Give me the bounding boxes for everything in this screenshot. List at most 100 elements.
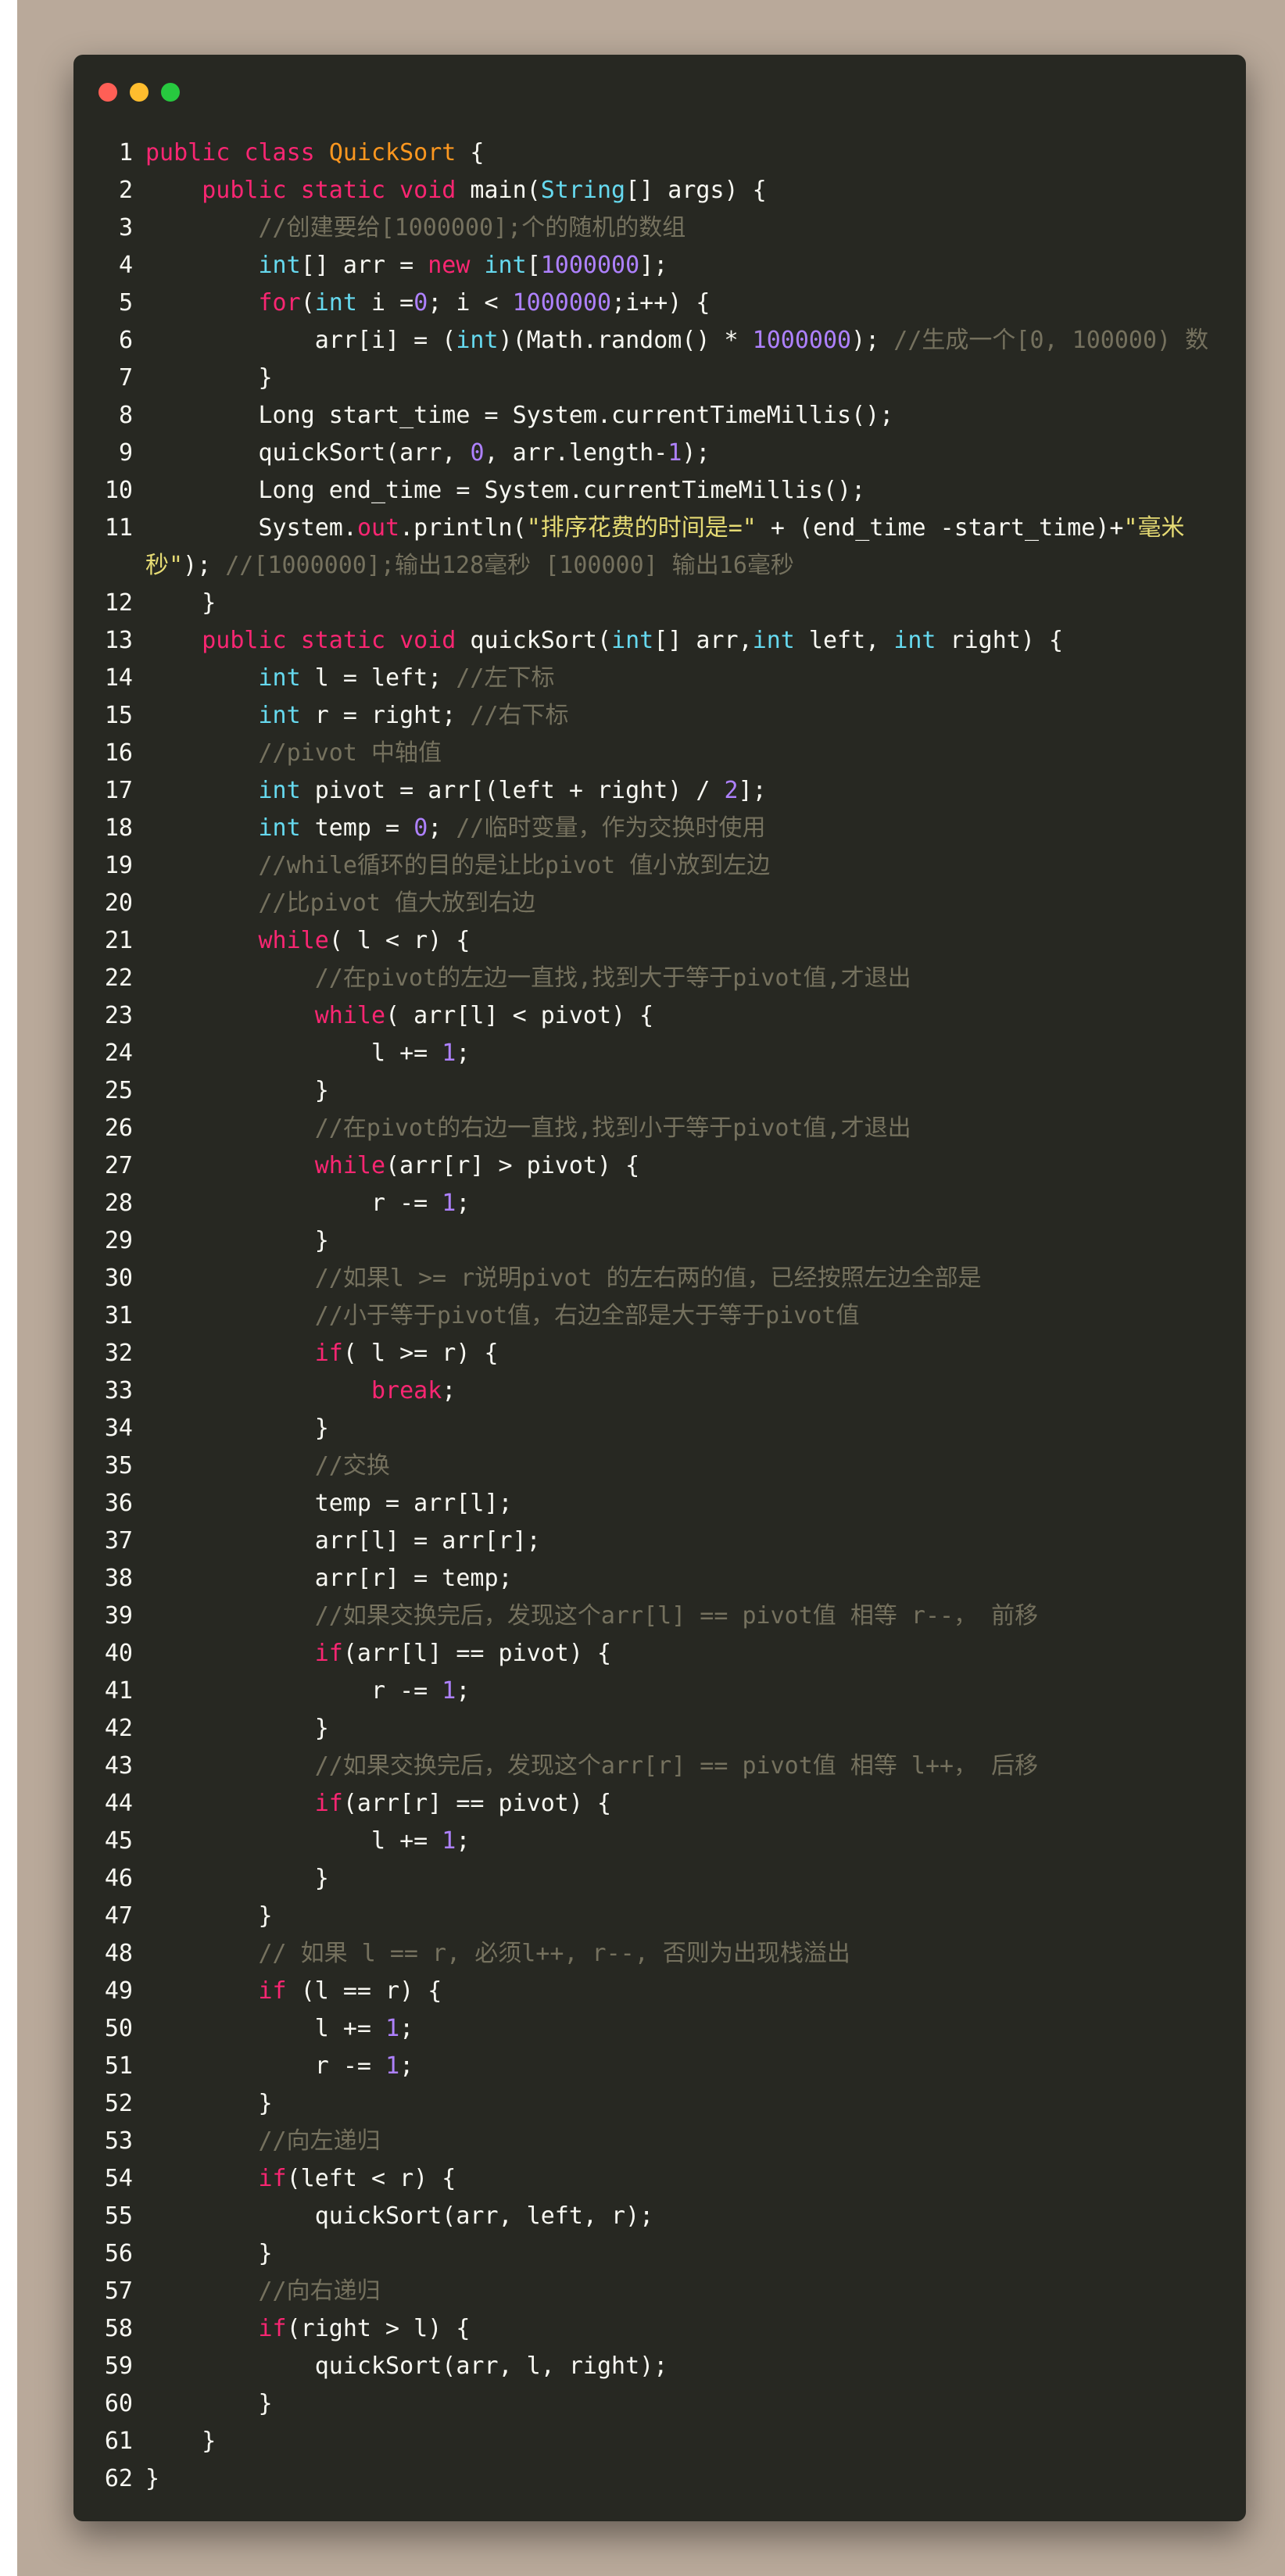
code-line: 9 quickSort(arr, 0, arr.length-1); <box>73 435 1246 472</box>
code-line: 60 } <box>73 2385 1246 2423</box>
code-text: r -= 1; <box>145 1677 471 1705</box>
line-number: 37 <box>104 1527 133 1555</box>
line-number: 50 <box>104 2015 133 2042</box>
code-text: r -= 1; <box>145 2052 414 2080</box>
line-number: 13 <box>104 627 133 654</box>
code-line: 5 for(int i =0; i < 1000000;i++) { <box>73 284 1246 322</box>
code-text: arr[r] = temp; <box>145 1565 513 1592</box>
code-text: //如果交换完后，发现这个arr[l] == pivot值 相等 r--， 前移 <box>314 1602 1039 1630</box>
code-text: while( arr[l] < pivot) { <box>314 1002 654 1029</box>
line-number: 51 <box>104 2052 133 2080</box>
line-number: 24 <box>104 1039 133 1067</box>
line-number: 15 <box>104 702 133 729</box>
line-number: 28 <box>104 1190 133 1217</box>
line-number: 16 <box>104 739 133 767</box>
line-number: 35 <box>104 1452 133 1479</box>
line-number: 32 <box>104 1340 133 1367</box>
line-number: 9 <box>118 439 133 467</box>
code-line: 61 } <box>73 2423 1246 2460</box>
line-number: 39 <box>104 1602 133 1630</box>
maximize-dot-icon <box>161 83 180 102</box>
code-text: if (l == r) { <box>258 1977 442 2005</box>
line-number: 36 <box>104 1490 133 1517</box>
line-number: 30 <box>104 1265 133 1292</box>
line-number: 29 <box>104 1227 133 1254</box>
code-text: public static void main(String[] args) { <box>202 177 767 204</box>
code-line: 10 Long end_time = System.currentTimeMil… <box>73 472 1246 510</box>
code-line: 42 } <box>73 1710 1246 1748</box>
code-line: 18 int temp = 0; //临时变量，作为交换时使用 <box>73 810 1246 847</box>
code-block: 1 public class QuickSort { 2 public static… <box>73 134 1246 2498</box>
code-text: if(left < r) { <box>258 2165 456 2192</box>
line-number: 52 <box>104 2090 133 2117</box>
code-text: if(right > l) { <box>258 2315 471 2342</box>
line-number: 49 <box>104 1977 133 2005</box>
line-number: 21 <box>104 927 133 954</box>
code-line: 53 //向左递归 <box>73 2123 1246 2160</box>
code-line: 37 arr[l] = arr[r]; <box>73 1522 1246 1560</box>
line-number: 55 <box>104 2202 133 2230</box>
code-text: if(arr[r] == pivot) { <box>314 1790 612 1817</box>
code-text: //如果交换完后，发现这个arr[r] == pivot值 相等 l++， 后移 <box>314 1752 1039 1780</box>
code-line: 29 } <box>73 1222 1246 1260</box>
line-number: 42 <box>104 1715 133 1742</box>
code-text: } <box>145 2390 273 2417</box>
code-text: int l = left; //左下标 <box>258 664 555 692</box>
code-line: 12 } <box>73 585 1246 622</box>
line-number: 6 <box>118 327 133 354</box>
code-text: l += 1; <box>145 1827 471 1855</box>
code-text: for(int i =0; i < 1000000;i++) { <box>258 289 711 317</box>
line-number: 47 <box>104 1902 133 1930</box>
code-text: } <box>145 1865 329 1892</box>
code-line: 1 public class QuickSort { <box>73 134 1246 172</box>
code-line: 41 r -= 1; <box>73 1673 1246 1710</box>
code-line: 55 quickSort(arr, left, r); <box>73 2198 1246 2235</box>
line-number: 53 <box>104 2127 133 2155</box>
code-text: temp = arr[l]; <box>145 1490 513 1517</box>
line-number: 34 <box>104 1415 133 1442</box>
code-line: 28 r -= 1; <box>73 1185 1246 1222</box>
line-number: 18 <box>104 814 133 842</box>
line-number: 38 <box>104 1565 133 1592</box>
code-line: 27 while(arr[r] > pivot) { <box>73 1147 1246 1185</box>
code-text: int pivot = arr[(left + right) / 2]; <box>258 777 767 804</box>
code-text: //比pivot 值大放到右边 <box>258 889 536 917</box>
code-text: public static void quickSort(int[] arr,i… <box>202 627 1064 654</box>
line-number: 40 <box>104 1640 133 1667</box>
code-text: //如果l >= r说明pivot 的左右两的值，已经按照左边全部是 <box>314 1265 982 1292</box>
line-number: 8 <box>118 402 133 429</box>
code-line: 23 while( arr[l] < pivot) { <box>73 997 1246 1035</box>
code-line: 19 //while循环的目的是让比pivot 值小放到左边 <box>73 847 1246 885</box>
code-text: if( l >= r) { <box>314 1340 499 1367</box>
code-text: Long end_time = System.currentTimeMillis… <box>145 477 866 504</box>
code-line: 34 } <box>73 1410 1246 1447</box>
code-text: quickSort(arr, left, r); <box>145 2202 654 2230</box>
code-text: // 如果 l == r, 必须l++, r--, 否则为出现栈溢出 <box>258 1940 850 1967</box>
code-text: l += 1; <box>145 2015 414 2042</box>
code-line: 11 System.out.println("排序花费的时间是=" + (end… <box>73 510 1246 585</box>
code-text: } <box>145 364 273 392</box>
line-number: 22 <box>104 964 133 992</box>
line-number: 54 <box>104 2165 133 2192</box>
line-number: 2 <box>118 177 133 204</box>
code-text: int[] arr = new int[1000000]; <box>258 252 668 279</box>
code-text: if(arr[l] == pivot) { <box>314 1640 612 1667</box>
code-line: 20 //比pivot 值大放到右边 <box>73 885 1246 922</box>
code-line: 36 temp = arr[l]; <box>73 1485 1246 1522</box>
window-controls <box>98 83 180 102</box>
code-line: 35 //交换 <box>73 1447 1246 1485</box>
code-text: } <box>145 589 217 617</box>
line-number: 4 <box>118 252 133 279</box>
line-number: 5 <box>118 289 133 317</box>
minimize-dot-icon <box>130 83 149 102</box>
code-text: } <box>145 1902 273 1930</box>
code-text: arr[l] = arr[r]; <box>145 1527 541 1555</box>
code-line: 3 //创建要给[1000000];个的随机的数组 <box>73 209 1246 247</box>
code-line: 54 if(left < r) { <box>73 2160 1246 2198</box>
code-line: 25 } <box>73 1072 1246 1110</box>
code-line: 13 public static void quickSort(int[] ar… <box>73 622 1246 660</box>
code-text: } <box>145 2428 217 2455</box>
line-number: 20 <box>104 889 133 917</box>
code-line: 4 int[] arr = new int[1000000]; <box>73 247 1246 284</box>
code-text: Long start_time = System.currentTimeMill… <box>145 402 894 429</box>
